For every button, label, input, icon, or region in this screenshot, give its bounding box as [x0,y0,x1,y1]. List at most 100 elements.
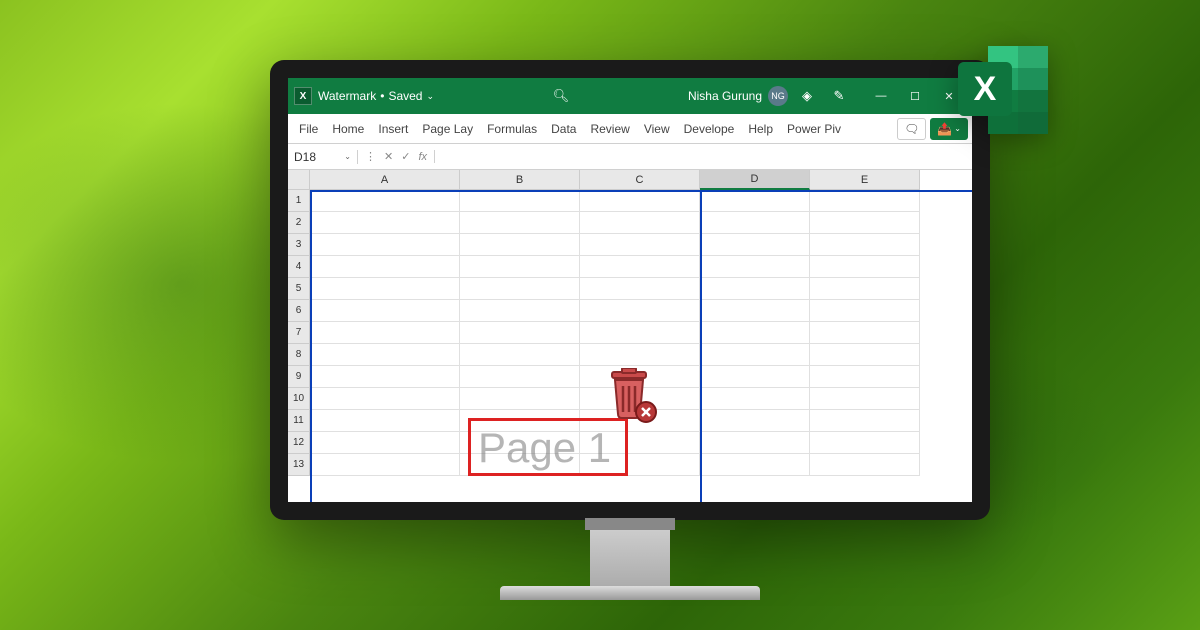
tab-page-layout[interactable]: Page Lay [415,114,480,143]
dropdown-icon[interactable]: ⋮ [362,150,379,163]
tab-view[interactable]: View [637,114,677,143]
row-header[interactable]: 12 [288,432,310,454]
cell[interactable] [310,410,460,432]
cell[interactable] [460,300,580,322]
cell[interactable] [810,256,920,278]
cell[interactable] [810,234,920,256]
cell[interactable] [460,366,580,388]
cell[interactable] [310,190,460,212]
cell[interactable] [310,300,460,322]
search-icon[interactable]: 🔍︎ [553,88,570,104]
cell[interactable] [700,432,810,454]
cell[interactable] [810,454,920,476]
row-header[interactable]: 3 [288,234,310,256]
cell[interactable] [580,190,700,212]
cell[interactable] [700,344,810,366]
column-header-d[interactable]: D [700,170,810,190]
column-header-a[interactable]: A [310,170,460,190]
page-break-vertical[interactable] [700,190,702,502]
cell[interactable] [460,234,580,256]
cell[interactable] [810,432,920,454]
cell[interactable] [580,300,700,322]
cell[interactable] [700,278,810,300]
cell[interactable] [310,212,460,234]
row-header[interactable]: 13 [288,454,310,476]
cell[interactable] [700,410,810,432]
diamond-icon[interactable]: ◈ [794,88,820,104]
tab-power-pivot[interactable]: Power Piv [780,114,848,143]
cell[interactable] [810,300,920,322]
tab-file[interactable]: File [292,114,325,143]
cell[interactable] [580,212,700,234]
cell[interactable] [310,366,460,388]
cell[interactable] [700,190,810,212]
user-account[interactable]: Nisha Gurung NG [688,86,788,106]
cell[interactable] [460,256,580,278]
maximize-button[interactable]: ☐ [898,78,932,114]
cell[interactable] [810,410,920,432]
cell[interactable] [810,278,920,300]
cell[interactable] [700,234,810,256]
cell[interactable] [580,278,700,300]
cell[interactable] [310,344,460,366]
comments-button[interactable]: 🗨 [897,118,926,140]
row-header[interactable]: 11 [288,410,310,432]
brush-icon[interactable]: ✎ [826,88,852,104]
tab-developer[interactable]: Develope [677,114,742,143]
chevron-down-icon[interactable]: ⌄ [426,91,434,102]
row-header[interactable]: 8 [288,344,310,366]
cell[interactable] [460,344,580,366]
row-header[interactable]: 7 [288,322,310,344]
cell[interactable] [700,454,810,476]
row-header[interactable]: 6 [288,300,310,322]
cell[interactable] [310,454,460,476]
tab-help[interactable]: Help [741,114,780,143]
cell[interactable] [700,300,810,322]
cell[interactable] [580,234,700,256]
row-header[interactable]: 1 [288,190,310,212]
minimize-button[interactable]: — [864,78,898,114]
cell[interactable] [580,344,700,366]
cell[interactable] [810,190,920,212]
cell[interactable] [460,322,580,344]
tab-review[interactable]: Review [583,114,636,143]
cell[interactable] [310,278,460,300]
cell[interactable] [460,190,580,212]
cell[interactable] [310,432,460,454]
cell[interactable] [460,388,580,410]
row-header[interactable]: 10 [288,388,310,410]
cell[interactable] [310,388,460,410]
enter-icon[interactable]: ✓ [398,150,413,163]
cell[interactable] [810,322,920,344]
column-header-c[interactable]: C [580,170,700,190]
column-header-e[interactable]: E [810,170,920,190]
cell[interactable] [700,366,810,388]
cell[interactable] [810,366,920,388]
tab-insert[interactable]: Insert [371,114,415,143]
cell[interactable] [310,256,460,278]
tab-data[interactable]: Data [544,114,583,143]
cell[interactable] [580,322,700,344]
name-box[interactable]: D18 ⌄ [288,150,358,164]
row-header[interactable]: 5 [288,278,310,300]
row-header[interactable]: 4 [288,256,310,278]
cell[interactable] [700,212,810,234]
row-header[interactable]: 2 [288,212,310,234]
row-header[interactable]: 9 [288,366,310,388]
select-all-corner[interactable] [288,170,310,190]
cell[interactable] [810,344,920,366]
cell[interactable] [460,212,580,234]
cell[interactable] [310,322,460,344]
cell[interactable] [700,388,810,410]
cell[interactable] [580,256,700,278]
tab-home[interactable]: Home [325,114,371,143]
tab-formulas[interactable]: Formulas [480,114,544,143]
cell[interactable] [700,256,810,278]
spreadsheet-grid[interactable]: ABCDE 12345678910111213 Page 1 [288,170,972,502]
fx-label[interactable]: fx [415,151,430,163]
cell[interactable] [810,212,920,234]
cell[interactable] [460,278,580,300]
chevron-down-icon[interactable]: ⌄ [344,152,351,161]
cancel-icon[interactable]: ✕ [381,150,396,163]
cell[interactable] [700,322,810,344]
